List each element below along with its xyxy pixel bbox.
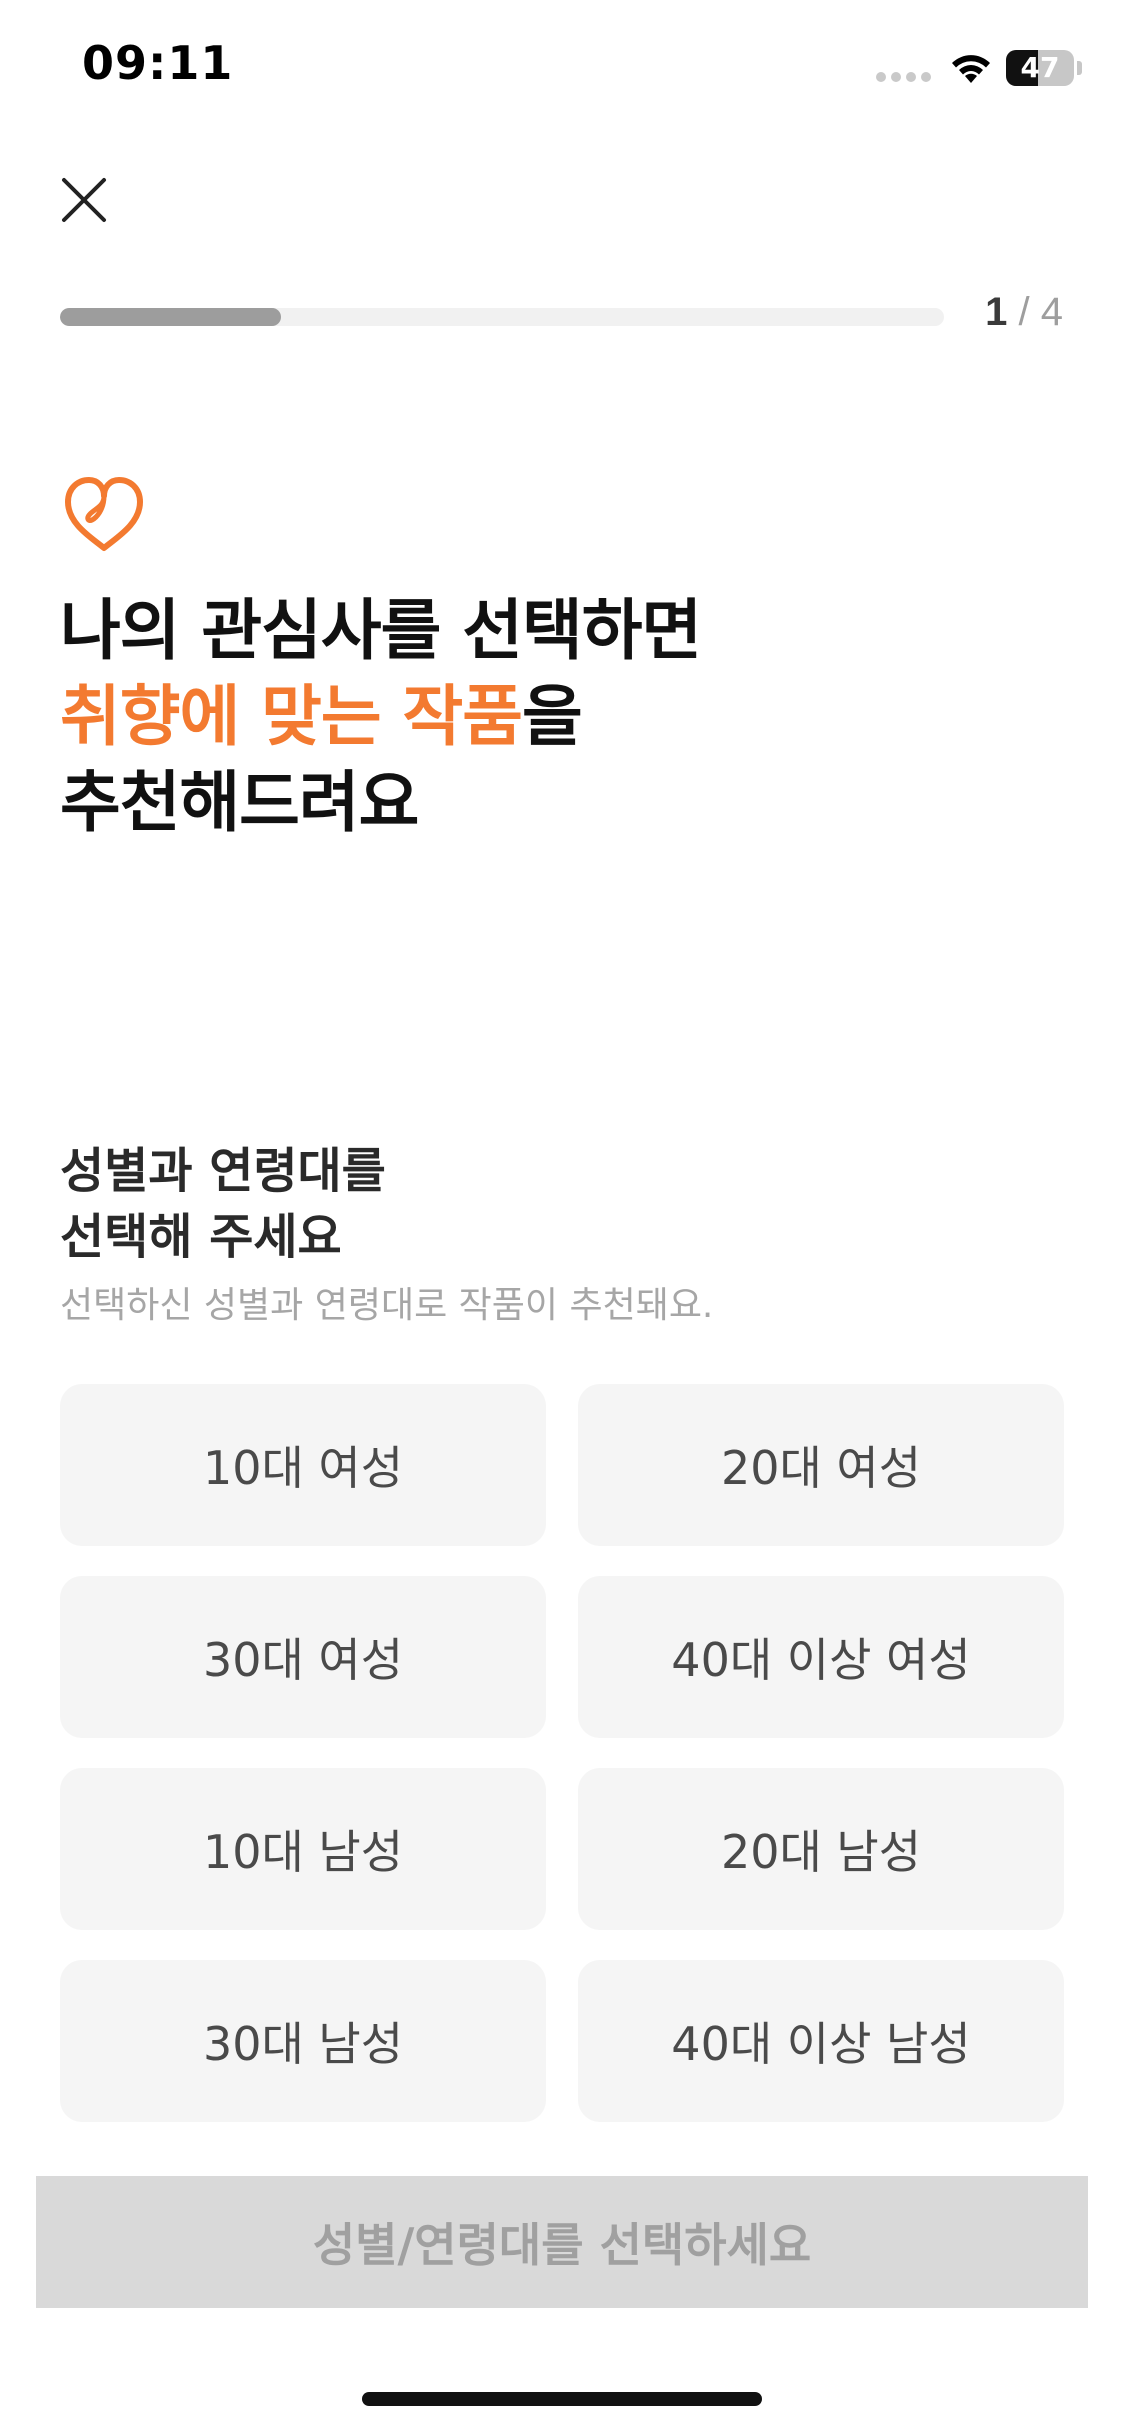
progress-fill bbox=[60, 308, 281, 326]
headline-line-2: 취향에 맞는 작품을 bbox=[60, 674, 1060, 760]
age-gender-options: 10대 여성 20대 여성 30대 여성 40대 이상 여성 10대 남성 20… bbox=[60, 1384, 1064, 2122]
heart-icon bbox=[65, 477, 143, 551]
section-subtitle: 선택하신 성별과 연령대로 작품이 추천돼요. bbox=[60, 1285, 714, 1326]
close-icon bbox=[62, 178, 106, 222]
status-bar: 09:11 47 bbox=[0, 0, 1125, 140]
option-female-30s[interactable]: 30대 여성 bbox=[60, 1576, 546, 1738]
section-title: 성별과 연령대를 선택해 주세요 bbox=[60, 1138, 960, 1270]
option-male-20s[interactable]: 20대 남성 bbox=[578, 1768, 1064, 1930]
progress-current: 1 bbox=[985, 290, 1008, 334]
progress-counter: 1 / 4 bbox=[985, 290, 1063, 335]
section-title-line-1: 성별과 연령대를 bbox=[60, 1143, 386, 1199]
option-female-10s[interactable]: 10대 여성 bbox=[60, 1384, 546, 1546]
home-indicator bbox=[362, 2392, 762, 2406]
wifi-icon bbox=[952, 55, 990, 83]
close-button[interactable] bbox=[50, 166, 118, 234]
cellular-signal-icon bbox=[876, 72, 932, 82]
progress-bar bbox=[60, 308, 944, 326]
section-title-line-2: 선택해 주세요 bbox=[60, 1209, 342, 1265]
submit-button[interactable]: 성별/연령대를 선택하세요 bbox=[36, 2176, 1088, 2308]
option-male-30s[interactable]: 30대 남성 bbox=[60, 1960, 546, 2122]
option-female-20s[interactable]: 20대 여성 bbox=[578, 1384, 1064, 1546]
headline-line-1: 나의 관심사를 선택하면 bbox=[60, 592, 702, 669]
headline-line-2-rest: 을 bbox=[522, 678, 583, 755]
headline-accent: 취향에 맞는 작품 bbox=[60, 678, 523, 755]
progress-total: 4 bbox=[1040, 290, 1063, 334]
option-male-10s[interactable]: 10대 남성 bbox=[60, 1768, 546, 1930]
option-male-40s-plus[interactable]: 40대 이상 남성 bbox=[578, 1960, 1064, 2122]
battery-icon: 47 bbox=[1006, 50, 1074, 86]
battery-tip bbox=[1077, 61, 1082, 75]
headline: 나의 관심사를 선택하면 취향에 맞는 작품을 추천해드려요 bbox=[60, 588, 1060, 846]
progress-separator: / bbox=[1007, 290, 1041, 334]
battery-level: 47 bbox=[1020, 51, 1060, 84]
headline-line-3: 추천해드려요 bbox=[60, 764, 419, 841]
option-female-40s-plus[interactable]: 40대 이상 여성 bbox=[578, 1576, 1064, 1738]
status-time: 09:11 bbox=[82, 36, 234, 90]
